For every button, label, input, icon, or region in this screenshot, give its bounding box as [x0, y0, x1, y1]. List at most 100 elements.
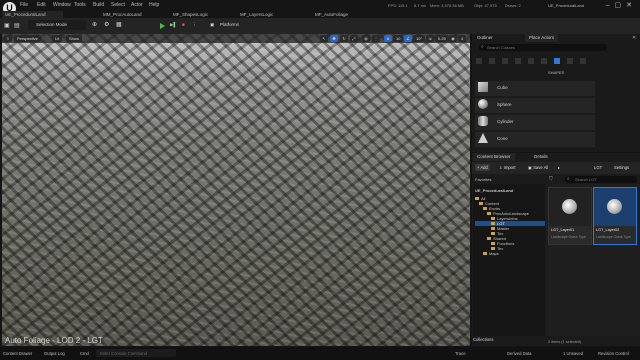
scale-snap-icon[interactable]: ⇲: [426, 35, 434, 42]
search-classes-input[interactable]: Search Classes: [479, 44, 607, 51]
menu-select[interactable]: Select: [111, 2, 125, 8]
cone-icon: [478, 133, 488, 143]
add-actor-icon[interactable]: ⊕: [92, 21, 97, 28]
folder-icon: [491, 227, 495, 231]
category-lights-icon[interactable]: [502, 58, 508, 64]
rotation-snap-value[interactable]: 10°: [413, 35, 426, 42]
stop-icon[interactable]: ■: [182, 22, 185, 27]
menu-tools[interactable]: Tools: [74, 2, 86, 8]
perspective-button[interactable]: Perspective: [14, 35, 41, 42]
tab-label: MF_AutoFoliage: [315, 12, 349, 17]
output-log-button[interactable]: Output Log: [44, 351, 65, 356]
filter-icon[interactable]: ⛉: [549, 176, 553, 182]
project-root[interactable]: UE_ProceduralLand: [475, 188, 513, 193]
select-tool-icon[interactable]: ↖: [320, 35, 328, 42]
tab-layers-logic[interactable]: MF_LayersLogic: [237, 11, 298, 18]
path-breadcrumb[interactable]: LGT: [592, 164, 604, 171]
asset-tile[interactable]: LGT_Layer01 Landscape Grass Type: [548, 187, 592, 245]
category-basic-icon[interactable]: [489, 58, 495, 64]
collections-header[interactable]: Collections: [473, 337, 493, 342]
cinematics-icon[interactable]: ▦: [116, 21, 122, 28]
category-volumes-icon[interactable]: [541, 58, 547, 64]
stat-mem: Mem: 3,978.36 MB: [430, 3, 464, 8]
world-space-icon[interactable]: ◍: [362, 35, 370, 42]
grass-type-icon: [607, 199, 622, 214]
camera-speed-value[interactable]: 4: [458, 35, 467, 42]
cmd-button[interactable]: Cmd: [80, 351, 89, 356]
category-all-icon[interactable]: [580, 58, 586, 64]
asset-tile-selected[interactable]: LGT_Layer02 Landscape Grass Type: [593, 187, 637, 245]
camera-speed-icon[interactable]: ◉: [449, 35, 457, 42]
close-icon[interactable]: ✕: [632, 35, 636, 41]
folder-icon: [475, 197, 479, 201]
project-name: UE_ProceduralLand: [548, 3, 585, 8]
derived-data-button[interactable]: Derived Data: [507, 351, 531, 356]
shape-sphere[interactable]: [474, 97, 596, 114]
menu-edit[interactable]: Edit: [37, 2, 46, 8]
translate-tool-icon[interactable]: ✥: [330, 35, 338, 42]
category-classes-icon[interactable]: [567, 58, 573, 64]
scale-tool-icon[interactable]: ⤢: [350, 35, 358, 42]
search-placeholder: Search Classes: [487, 45, 516, 50]
menu-file[interactable]: File: [20, 2, 28, 8]
tab-material[interactable]: MM_ProcAutoLand: [100, 11, 163, 18]
add-button[interactable]: + Add: [475, 164, 490, 171]
blueprint-icon[interactable]: ⚙: [104, 21, 109, 28]
save-all-button[interactable]: ▣ Save All: [526, 164, 550, 171]
folder-icon[interactable]: ▸: [556, 164, 562, 171]
rotation-snap-icon[interactable]: ∠: [404, 35, 412, 42]
tab-content-browser[interactable]: Content Browser: [473, 153, 515, 161]
folder-row[interactable]: Maps: [475, 251, 545, 256]
lit-button[interactable]: Lit: [52, 35, 63, 42]
viewport-menu-icon[interactable]: ≡: [4, 35, 12, 42]
folder-icon: [491, 217, 495, 221]
level-viewport[interactable]: [2, 34, 470, 346]
category-shapes-icon[interactable]: [554, 58, 560, 64]
grid-snap-icon[interactable]: #: [384, 35, 392, 42]
platforms-button[interactable]: Platforms: [220, 22, 239, 27]
shape-label: Cylinder: [497, 119, 514, 124]
tab-place-actors[interactable]: Place Actors: [525, 34, 559, 42]
folder-icon: [487, 212, 491, 216]
shape-label: Cube: [497, 85, 508, 90]
step-icon[interactable]: ▶▌: [170, 22, 177, 28]
menu-help[interactable]: Help: [149, 2, 159, 8]
window-controls[interactable]: –▢✕: [606, 1, 637, 9]
menu-window[interactable]: Window: [53, 2, 71, 8]
settings-button[interactable]: Settings: [612, 164, 631, 171]
tab-auto-foliage[interactable]: MF_AutoFoliage: [312, 11, 373, 18]
category-cinematic-icon[interactable]: [515, 58, 521, 64]
trace-button[interactable]: Trace: [455, 351, 466, 356]
tab-outliner[interactable]: Outliner: [473, 34, 497, 42]
shape-cylinder[interactable]: [474, 114, 596, 131]
play-icon[interactable]: [160, 23, 165, 29]
save-icon[interactable]: ▣: [4, 22, 10, 29]
shape-cube[interactable]: [474, 80, 596, 97]
surface-snap-icon[interactable]: ⋮: [372, 35, 380, 42]
cube-icon: [478, 82, 488, 92]
menu-build[interactable]: Build: [93, 2, 104, 8]
shape-label: Cone: [497, 136, 508, 141]
tab-level[interactable]: UE_ProceduralLand: [2, 11, 63, 18]
revision-control-button[interactable]: Revision Control: [598, 351, 629, 356]
unsaved-button[interactable]: 1 Unsaved: [563, 351, 583, 356]
browse-icon[interactable]: ▤: [14, 22, 20, 29]
shape-cone[interactable]: [474, 131, 596, 148]
cylinder-icon: [478, 116, 488, 126]
category-recent-icon[interactable]: [476, 58, 482, 64]
show-button[interactable]: Show: [66, 35, 83, 42]
folder-list: All Content Envirs ProcAutoLandscape LayersI…: [475, 196, 545, 256]
category-visual-icon[interactable]: [528, 58, 534, 64]
import-button[interactable]: ⇩ Import: [497, 164, 518, 171]
grid-snap-value[interactable]: 10: [393, 35, 404, 42]
tab-label: UE_ProceduralLand: [5, 12, 46, 17]
menu-actor[interactable]: Actor: [131, 2, 143, 8]
content-drawer-button[interactable]: Content Drawer: [3, 351, 32, 356]
scale-snap-value[interactable]: 0.25: [435, 35, 449, 42]
tab-shapes-logic[interactable]: MF_ShapesLogic: [170, 11, 231, 18]
tab-details[interactable]: Details: [530, 153, 552, 161]
favorites-header[interactable]: Favorites: [475, 177, 491, 182]
rotate-tool-icon[interactable]: ↻: [340, 35, 348, 42]
play-options-icon[interactable]: ⋮: [192, 22, 197, 28]
sphere-icon: [478, 99, 488, 109]
